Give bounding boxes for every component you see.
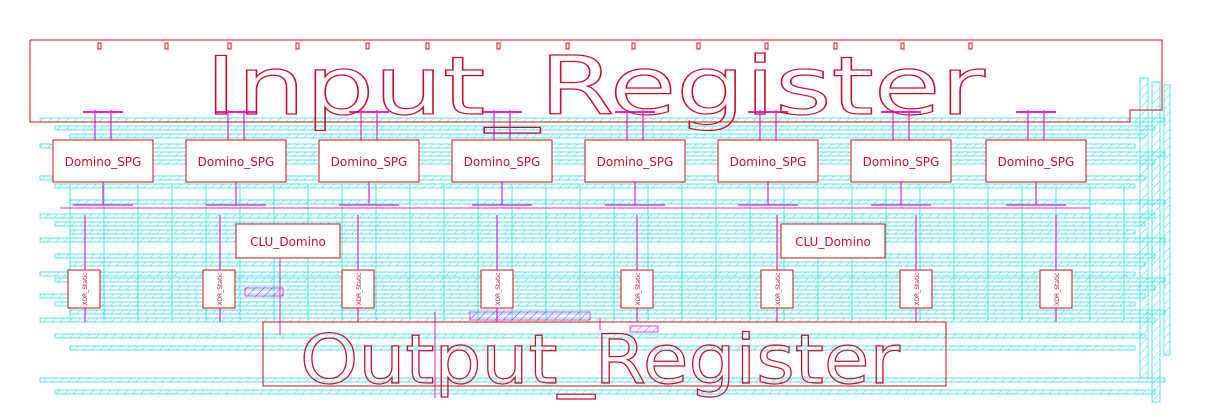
metal-rail [1139,77,1149,379]
domino-spg-cell: Domino_SPG [850,139,952,183]
xor-static-label: XOR_Static [1054,273,1061,306]
input-register-label: Input_Register [205,40,985,133]
clu-domino-cell: CLU_Domino [235,223,341,259]
metal-rail [69,133,1146,139]
metal-rail [469,311,591,321]
domino-spg-label: Domino_SPG [198,155,275,169]
register-pin [97,42,102,50]
domino-spg-cell: Domino_SPG [584,139,686,183]
xor-static-cell: XOR_Static [480,269,514,309]
xor-static-label: XOR_Static [356,273,363,306]
clu-domino-label: CLU_Domino [795,235,871,249]
domino-spg-cell: Domino_SPG [451,139,553,183]
xor-static-label: XOR_Static [914,273,921,306]
metal-rail [1151,81,1161,403]
xor-static-cell: XOR_Static [202,269,236,309]
domino-spg-cell: Domino_SPG [52,139,154,183]
chip-layout: Input_Register Output_Register Domino_SP… [29,39,1171,403]
domino-spg-cell: Domino_SPG [185,139,287,183]
domino-spg-label: Domino_SPG [998,155,1075,169]
domino-spg-label: Domino_SPG [863,155,940,169]
register-pin [164,42,169,50]
domino-spg-cell: Domino_SPG [985,139,1087,183]
xor-static-label: XOR_Static [82,273,89,306]
domino-spg-label: Domino_SPG [597,155,674,169]
metal-rail [69,229,1136,235]
xor-static-label: XOR_Static [217,273,224,306]
clu-domino-label: CLU_Domino [250,235,326,249]
domino-spg-cell: Domino_SPG [318,139,420,183]
xor-static-cell: XOR_Static [760,269,794,309]
domino-spg-label: Domino_SPG [331,155,408,169]
xor-static-cell: XOR_Static [1039,269,1073,309]
metal-rail [1163,84,1171,356]
metal-rail [39,237,1166,243]
xor-static-cell: XOR_Static [341,269,375,309]
metal-rail [69,199,1166,205]
output-register-label: Output_Register [300,321,900,400]
xor-static-cell: XOR_Static [899,269,933,309]
xor-static-cell: XOR_Static [67,269,101,309]
xor-static-cell: XOR_Static [620,269,654,309]
clu-domino-cell: CLU_Domino [780,223,886,259]
metal-rail [54,221,1146,227]
output-register: Output_Register [262,320,947,401]
domino-spg-label: Domino_SPG [730,155,807,169]
domino-spg-cell: Domino_SPG [717,139,819,183]
metal-rail [69,309,1166,315]
xor-static-label: XOR_Static [635,273,642,306]
xor-static-label: XOR_Static [775,273,782,306]
metal-rail [69,261,1146,267]
xor-static-label: XOR_Static [495,273,502,306]
metal-rail [54,183,1136,189]
domino-spg-label: Domino_SPG [464,155,541,169]
domino-spg-label: Domino_SPG [65,155,142,169]
metal-rail [244,287,284,297]
